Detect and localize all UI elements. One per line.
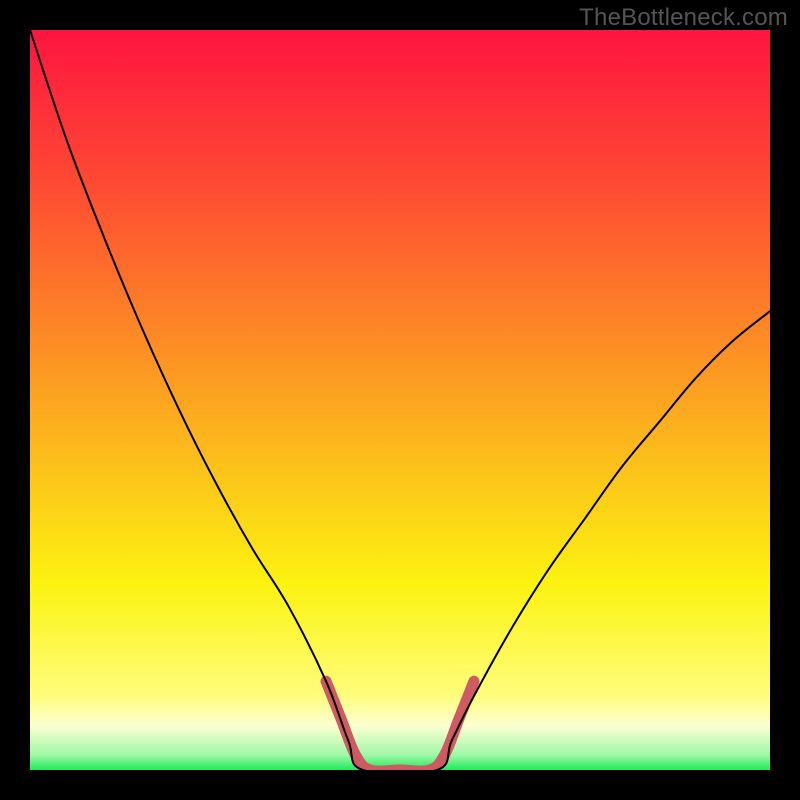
chart-stage: TheBottleneck.com xyxy=(0,0,800,800)
gradient-band xyxy=(30,444,770,585)
watermark-text: TheBottleneck.com xyxy=(579,4,788,32)
bottleneck-curve-chart xyxy=(30,30,770,770)
gradient-band xyxy=(30,171,770,305)
gradient-band xyxy=(30,696,770,726)
gradient-band xyxy=(30,585,770,697)
gradient-band xyxy=(30,726,770,756)
plot-area xyxy=(30,30,770,770)
gradient-band xyxy=(30,30,770,171)
